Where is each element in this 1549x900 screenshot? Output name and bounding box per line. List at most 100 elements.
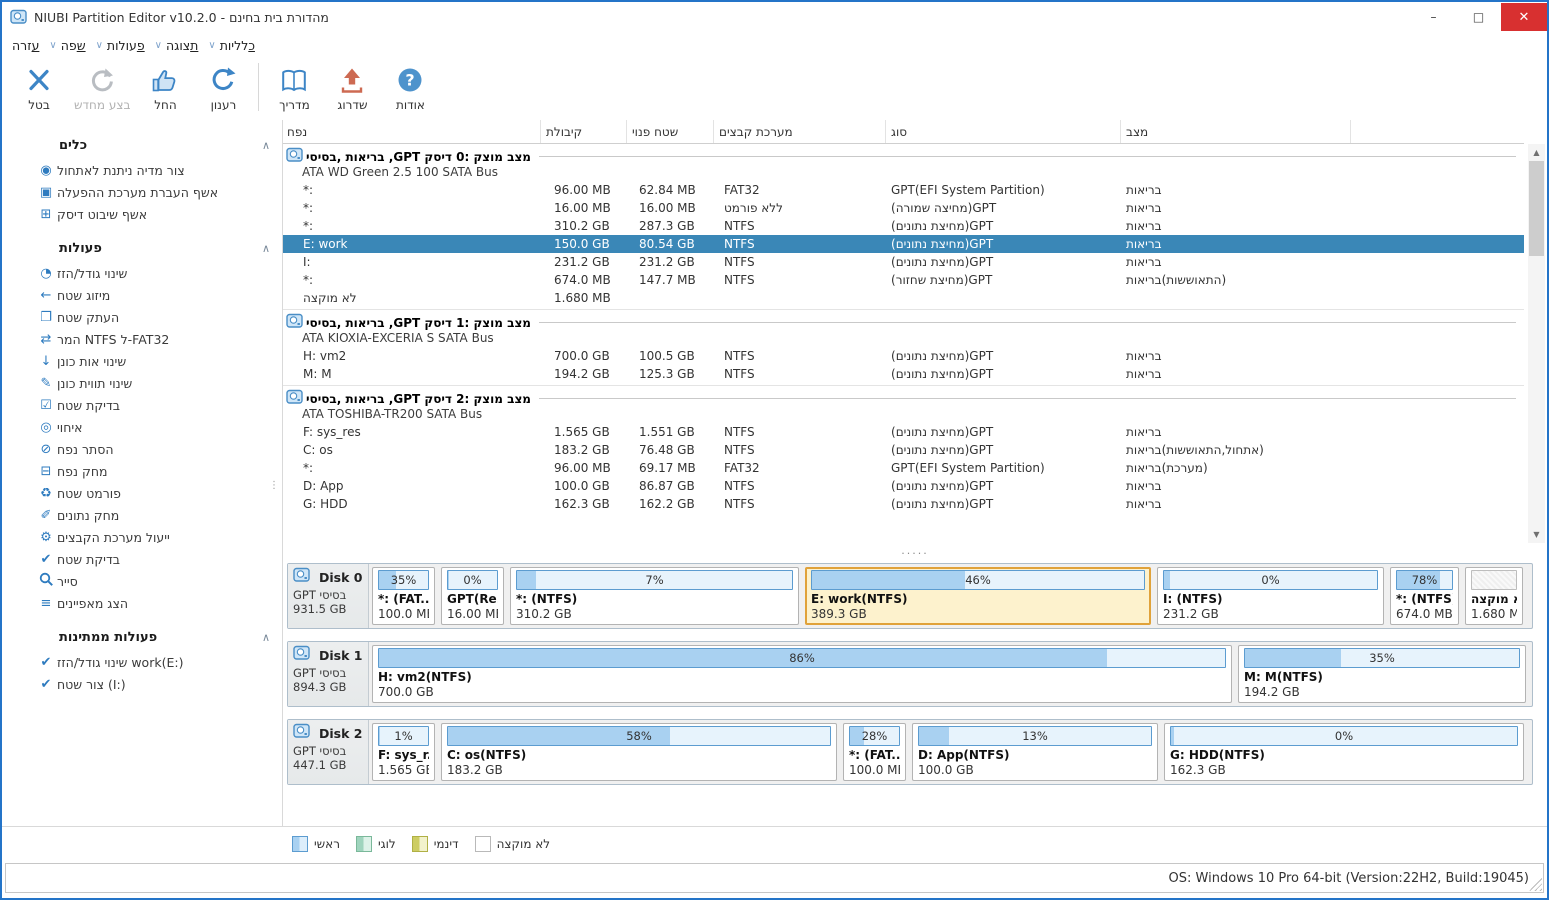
sidebar-item-1-9[interactable]: ⊟ מחק נפח (2, 460, 282, 482)
volume-row-1-1[interactable]: M: M 194.2 GB 125.3 GB NTFS (מחיצת נתונים)GP… (283, 365, 1524, 383)
cell-type: (מחיצת נתונים)GPT (891, 425, 994, 439)
scroll-up-icon[interactable]: ▲ (1528, 144, 1545, 161)
partition-block-0-6[interactable]: לא מוקצה1.680 MB (1465, 567, 1523, 625)
sidebar-splitter-handle[interactable]: ⋮ (269, 481, 279, 491)
legend-item-dynamic: דינמי (411, 835, 459, 852)
partition-name: GPT(Re... (447, 592, 498, 606)
menu-item-4[interactable]: ∨ כלליות (208, 38, 255, 53)
sidebar-item-1-1[interactable]: ← מיזוג שטח (2, 284, 282, 306)
volume-row-0-1[interactable]: *: 16.00 MB 16.00 MB ללא פורמט (מחיצה שמורה)… (283, 199, 1524, 217)
sidebar-item-1-7[interactable]: ◎ איחוי (2, 416, 282, 438)
sidebar-item-label: מיזוג שטח (57, 287, 111, 303)
sidebar-item-2-0[interactable]: ✔ שינוי גודל/הזז work(E:) (2, 651, 282, 673)
partition-block-0-5[interactable]: 78% *: (NTFS) 674.0 MB (1390, 567, 1459, 625)
toolbar-button-1[interactable]: בצע מחדש (68, 59, 136, 112)
sidebar-item-1-13[interactable]: ✔ בדיקת שטח (2, 548, 282, 570)
toolbar-button-3[interactable]: רענון (194, 59, 252, 112)
column-header-5[interactable]: מצב (1121, 120, 1351, 143)
column-header-6[interactable] (1351, 120, 1524, 143)
volume-row-0-4[interactable]: I: 231.2 GB 231.2 GB NTFS (מחיצת נתונים)GPT ב… (283, 253, 1524, 271)
sidebar-item-0-1[interactable]: ▣ אשף העברת מערכת ההפעלה (2, 181, 282, 203)
sidebar-item-1-15[interactable]: ≡ הצג מאפיינים (2, 592, 282, 614)
disk-panel-label[interactable]: Disk 0 GPT בסיסי 931.5 GB (288, 564, 369, 628)
volume-row-0-5[interactable]: *: 674.0 MB 147.7 MB NTFS (מחיצת שחזור)GPT בר… (283, 271, 1524, 289)
sidebar-item-label: מחק נתונים (57, 507, 120, 523)
volume-row-2-0[interactable]: F: sys_res 1.565 GB 1.551 GB NTFS (מחיצת נתו… (283, 423, 1524, 441)
sidebar-item-1-12[interactable]: ⚙ ייעול מערכת הקבצים (2, 526, 282, 548)
disk-size: 931.5 GB (293, 602, 347, 616)
volume-row-2-4[interactable]: G: HDD 162.3 GB 162.2 GB NTFS (מחיצת נתונים)… (283, 495, 1524, 513)
volume-row-0-0[interactable]: *: 96.00 MB 62.84 MB FAT32 GPT(EFI System Pa… (283, 181, 1524, 199)
sidebar-item-1-0[interactable]: ◔ שינוי גודל/הזז (2, 262, 282, 284)
sidebar-item-0-2[interactable]: ⊞ אשף שיבוט דיסק (2, 203, 282, 225)
sidebar-item-0-0[interactable]: ◉ צור מדיה ניתנת לאתחול (2, 159, 282, 181)
disk-panel-label[interactable]: Disk 2 GPT בסיסי 447.1 GB (288, 720, 369, 784)
title-bar[interactable]: NIUBI Partition Editor v10.2.0 - מהדורת … (2, 2, 1547, 32)
scroll-down-icon[interactable]: ▼ (1528, 526, 1545, 543)
maximize-button[interactable]: □ (1456, 3, 1501, 31)
sidebar-section-1[interactable]: פעולות ∧ (2, 235, 282, 262)
menu-item-0[interactable]: עזרה (12, 38, 39, 53)
toolbar-button-4[interactable]: מדריך (265, 59, 323, 112)
menu-item-1[interactable]: ∨ שפה (49, 38, 85, 53)
partition-block-0-1[interactable]: 0% GPT(Re...16.00 MB (441, 567, 504, 625)
table-panel-splitter[interactable]: ..... (283, 543, 1547, 558)
about-icon: ? (395, 63, 425, 97)
volume-row-2-1[interactable]: C: os 183.2 GB 76.48 GB NTFS (מחיצת נתונים)G… (283, 441, 1524, 459)
volume-row-0-6[interactable]: לא מוקצה 1.680 MB (283, 289, 1524, 307)
volume-row-0-2[interactable]: *: 310.2 GB 287.3 GB NTFS (מחיצת נתונים)GPT ב… (283, 217, 1524, 235)
volume-row-2-3[interactable]: D: App 100.0 GB 86.87 GB NTFS (מחיצת נתונים)… (283, 477, 1524, 495)
cell-type: (מחיצת נתונים)GPT (891, 237, 994, 251)
cell-free: 69.17 MB (639, 461, 696, 475)
partition-block-0-2[interactable]: 7% *: (NTFS) 310.2 GB (510, 567, 799, 625)
chevron-up-icon[interactable]: ∧ (262, 139, 270, 152)
sidebar-item-1-3[interactable]: ⇄ המר NTFS ל-FAT32 (2, 328, 282, 350)
sidebar-section-0[interactable]: כלים ∧ (2, 132, 282, 159)
menu-item-2[interactable]: ∨ פעולות (96, 38, 145, 53)
partition-block-0-0[interactable]: 35% *: (FAT...100.0 MB (372, 567, 435, 625)
column-header-1[interactable]: קיבולת (541, 120, 627, 143)
sidebar-item-1-14[interactable]: סייר (2, 570, 282, 592)
column-header-0[interactable]: נפח (283, 120, 541, 143)
vertical-scrollbar[interactable]: ▲ ▼ (1528, 144, 1545, 543)
volume-row-2-2[interactable]: *: 96.00 MB 69.17 MB FAT32 GPT(EFI System Pa… (283, 459, 1524, 477)
menu-item-3[interactable]: ∨ תצוגה (155, 38, 199, 53)
volume-row-0-3[interactable]: E: work 150.0 GB 80.54 GB NTFS (מחיצת נתונים… (283, 235, 1524, 253)
partition-block-0-3[interactable]: 46% E: work(NTFS) 389.3 GB (805, 567, 1151, 625)
partition-block-2-1[interactable]: 58% C: os(NTFS) 183.2 GB (441, 723, 837, 781)
volume-row-1-0[interactable]: H: vm2 700.0 GB 100.5 GB NTFS (מחיצת נתונים)… (283, 347, 1524, 365)
toolbar-button-5[interactable]: שדרוג (323, 59, 381, 112)
toolbar-button-0[interactable]: בטל (10, 59, 68, 112)
partition-block-0-4[interactable]: 0% I: (NTFS) 231.2 GB (1157, 567, 1384, 625)
sidebar-item-1-8[interactable]: ⊘ הסתר נפח (2, 438, 282, 460)
resize-grip[interactable] (1529, 878, 1542, 891)
minimize-button[interactable]: – (1411, 3, 1456, 31)
chevron-up-icon[interactable]: ∧ (262, 242, 270, 255)
disk-panel-label[interactable]: Disk 1 GPT בסיסי 894.3 GB (288, 642, 369, 706)
partition-block-2-2[interactable]: 28% *: (FAT...100.0 MB (843, 723, 906, 781)
sidebar-item-1-4[interactable]: ↓ שינוי אות כונן (2, 350, 282, 372)
partition-block-1-1[interactable]: 35% M: M(NTFS) 194.2 GB (1238, 645, 1526, 703)
sidebar-item-1-11[interactable]: ✐ מחק נתונים (2, 504, 282, 526)
partition-block-2-4[interactable]: 0% G: HDD(NTFS) 162.3 GB (1164, 723, 1524, 781)
sidebar-item-1-6[interactable]: ☑ בדיקת שטח (2, 394, 282, 416)
chevron-up-icon[interactable]: ∧ (262, 631, 270, 644)
toolbar-button-2[interactable]: החל (136, 59, 194, 112)
sidebar-section-2[interactable]: פעולות ממתינות ∧ (2, 624, 282, 651)
column-header-2[interactable]: שטח פנוי (627, 120, 714, 143)
scrollbar-thumb[interactable] (1529, 161, 1544, 256)
partition-block-1-0[interactable]: 86% H: vm2(NTFS) 700.0 GB (372, 645, 1232, 703)
column-header-4[interactable]: סוג (886, 120, 1121, 143)
toolbar-button-6[interactable]: ? אודות (381, 59, 439, 112)
close-button[interactable]: ✕ (1501, 3, 1547, 31)
sidebar-item-1-2[interactable]: ❐ העתק שטח (2, 306, 282, 328)
partition-block-2-0[interactable]: 1% F: sys_r...1.565 GB (372, 723, 435, 781)
sidebar-item-2-1[interactable]: ✔ צור שטח (I:) (2, 673, 282, 695)
sidebar-item-1-10[interactable]: ♻ פורמט שטח (2, 482, 282, 504)
check-icon: ☑ (40, 397, 52, 413)
cell-name: F: sys_res (303, 425, 361, 439)
partition-size: 231.2 GB (1163, 607, 1219, 621)
partition-block-2-3[interactable]: 13% D: App(NTFS) 100.0 GB (912, 723, 1158, 781)
sidebar-item-1-5[interactable]: ✎ שינוי תווית כונן (2, 372, 282, 394)
column-header-3[interactable]: מערכת קבצים (714, 120, 886, 143)
